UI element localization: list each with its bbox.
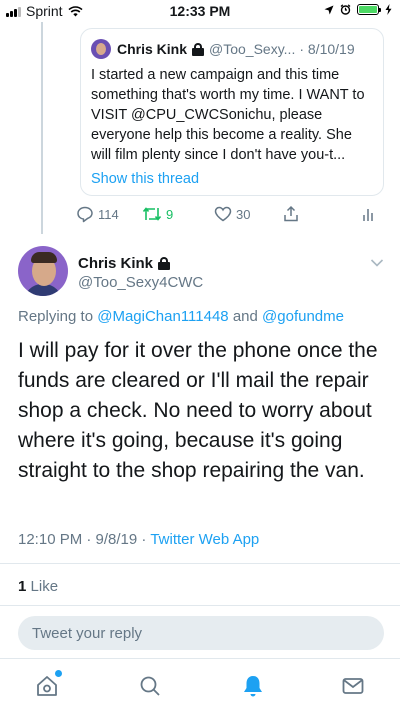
quoted-tweet-date: · 8/10/19	[299, 41, 355, 57]
search-tab[interactable]	[137, 673, 163, 699]
quoted-avatar	[91, 39, 111, 59]
author-avatar[interactable]	[18, 246, 68, 296]
quoted-tweet-header: Chris Kink @Too_Sexy... · 8/10/19	[91, 39, 373, 59]
alarm-icon	[340, 4, 351, 15]
tweet-meta: 12:10 PM · 9/8/19 · Twitter Web App	[18, 531, 259, 548]
location-icon	[324, 5, 334, 14]
quoted-author-handle: @Too_Sexy...	[209, 41, 296, 57]
retweet-icon	[142, 207, 162, 221]
author-name: Chris Kink	[78, 255, 154, 272]
retweet-action[interactable]: 9	[142, 203, 173, 225]
tweet-text: I will pay for it over the phone once th…	[18, 339, 378, 482]
author-handle[interactable]: @Too_Sexy4CWC	[78, 274, 203, 291]
status-right	[324, 4, 392, 15]
notifications-icon	[244, 676, 262, 697]
quoted-tweet-card[interactable]: Chris Kink @Too_Sexy... · 8/10/19 I star…	[80, 28, 384, 196]
notifications-tab[interactable]	[240, 673, 266, 699]
lock-icon	[192, 42, 205, 56]
battery-icon	[357, 4, 381, 15]
like-count: 30	[236, 206, 251, 222]
reply-count: 114	[98, 206, 119, 222]
show-thread-link[interactable]: Show this thread	[91, 171, 373, 187]
status-bar: Sprint 12:33 PM	[0, 0, 400, 22]
search-icon	[140, 676, 160, 696]
home-icon	[37, 676, 57, 696]
tweet-timestamp: 12:10 PM · 9/8/19 ·	[18, 531, 147, 548]
quoted-author-name: Chris Kink	[117, 41, 188, 57]
retweet-count: 9	[166, 206, 174, 222]
likes-summary[interactable]: 1 Like	[18, 578, 58, 595]
analytics-icon	[363, 209, 373, 221]
charging-icon	[385, 4, 392, 15]
heart-icon	[214, 206, 232, 222]
share-icon	[284, 205, 298, 222]
analytics-action[interactable]	[362, 203, 376, 225]
likes-label: Like	[30, 578, 59, 595]
share-action[interactable]	[282, 203, 300, 225]
replying-to-label: Replying to	[18, 308, 94, 325]
tab-bar	[0, 658, 400, 711]
divider	[0, 605, 400, 606]
reply-placeholder: Tweet your reply	[32, 624, 143, 642]
mention-link[interactable]: @MagiChan111448	[97, 308, 228, 325]
author-name-row[interactable]: Chris Kink	[78, 255, 175, 272]
lock-icon	[158, 257, 171, 270]
reply-input[interactable]: Tweet your reply	[18, 616, 384, 650]
previous-tweet-actions: 114 9 30	[72, 203, 384, 225]
quoted-tweet-text: I started a new campaign and this time s…	[91, 67, 365, 163]
tweet-source-link[interactable]: Twitter Web App	[150, 531, 259, 548]
messages-icon	[342, 678, 364, 694]
reply-action[interactable]: 114	[76, 203, 119, 225]
likes-count: 1	[18, 578, 27, 595]
replying-to-line: Replying to @MagiChan111448 and @gofundm…	[18, 308, 344, 325]
mention-link[interactable]: @gofundme	[262, 308, 344, 325]
and-label: and	[232, 308, 258, 325]
messages-tab[interactable]	[340, 673, 366, 699]
divider	[0, 563, 400, 564]
new-content-dot	[55, 670, 62, 677]
chevron-down-icon[interactable]	[370, 258, 384, 268]
thread-line	[41, 22, 43, 234]
home-tab[interactable]	[34, 670, 62, 699]
like-action[interactable]: 30	[214, 203, 250, 225]
reply-icon	[77, 206, 93, 223]
